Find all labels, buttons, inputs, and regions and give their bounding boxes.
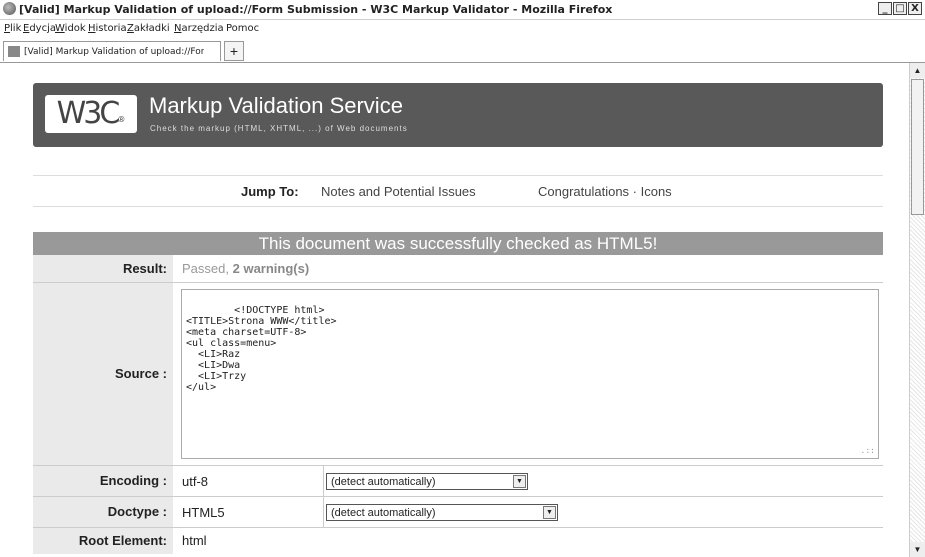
menu-edycja[interactable]: Edycja: [23, 23, 56, 34]
scroll-down-arrow-icon[interactable]: ▼: [910, 542, 925, 557]
window-titlebar: [Valid] Markup Validation of upload://Fo…: [0, 0, 925, 20]
doctype-select[interactable]: (detect automatically) ▼: [326, 504, 558, 521]
service-title[interactable]: Markup Validation Service: [149, 93, 403, 119]
service-subtitle: Check the markup (HTML, XHTML, ...) of W…: [150, 124, 408, 133]
doctype-row: Doctype : HTML5 (detect automatically) ▼: [33, 497, 883, 528]
new-tab-button[interactable]: +: [224, 41, 244, 61]
header-banner: W3C® Markup Validation Service Check the…: [33, 83, 883, 147]
firefox-icon: [3, 2, 16, 15]
tab-label: [Valid] Markup Validation of upload://Fo…: [24, 47, 204, 57]
source-label: Source :: [33, 283, 173, 465]
tab-active[interactable]: [Valid] Markup Validation of upload://Fo…: [3, 41, 221, 61]
dropdown-arrow-icon: ▼: [513, 475, 526, 488]
column-divider: [323, 466, 324, 496]
encoding-value: utf-8: [182, 474, 209, 489]
menu-plik[interactable]: Plik: [4, 23, 21, 34]
jump-navigation: Jump To: Notes and Potential Issues Cong…: [33, 175, 883, 207]
results-heading: This document was successfully checked a…: [33, 232, 883, 255]
menu-widok[interactable]: Widok: [55, 23, 86, 34]
page-favicon-icon: [8, 46, 20, 57]
maximize-button[interactable]: □: [893, 2, 907, 15]
menu-narzedzia[interactable]: Narzędzia: [174, 23, 224, 34]
window-controls: _ □ X: [878, 2, 922, 15]
jump-label: Jump To:: [241, 184, 299, 199]
jump-link-congratulations[interactable]: Congratulations · Icons: [538, 184, 672, 199]
encoding-row: Encoding : utf-8 (detect automatically) …: [33, 466, 883, 497]
w3c-logo[interactable]: W3C®: [45, 95, 137, 133]
menu-zakladki[interactable]: Zakładki: [127, 23, 170, 34]
resize-grip-icon[interactable]: .::: [861, 445, 875, 456]
menu-bar: Plik Edycja Widok Historia Zakładki Narz…: [0, 20, 925, 37]
result-row: Result: Passed, 2 warning(s): [33, 255, 883, 283]
encoding-select[interactable]: (detect automatically) ▼: [326, 473, 528, 490]
encoding-label: Encoding :: [33, 466, 173, 496]
root-element-label: Root Element:: [33, 528, 173, 554]
result-value: Passed, 2 warning(s): [182, 261, 310, 276]
source-code-textarea[interactable]: <!DOCTYPE html> <TITLE>Strona WWW</title…: [181, 289, 879, 459]
result-label: Result:: [33, 255, 173, 282]
column-divider: [323, 497, 324, 527]
dropdown-arrow-icon: ▼: [543, 506, 556, 519]
doctype-value: HTML5: [182, 505, 225, 520]
scroll-up-arrow-icon[interactable]: ▲: [910, 63, 925, 78]
page-content: W3C® Markup Validation Service Check the…: [0, 63, 909, 557]
menu-historia[interactable]: Historia: [88, 23, 127, 34]
results-table: This document was successfully checked a…: [33, 232, 883, 554]
menu-pomoc[interactable]: Pomoc: [226, 23, 259, 34]
window-title: [Valid] Markup Validation of upload://Fo…: [19, 3, 613, 16]
root-element-value: html: [182, 533, 207, 548]
source-row: Source : <!DOCTYPE html> <TITLE>Strona W…: [33, 283, 883, 466]
close-button[interactable]: X: [908, 2, 922, 15]
scroll-thumb[interactable]: [911, 79, 924, 215]
root-element-row: Root Element: html: [33, 528, 883, 554]
jump-link-notes[interactable]: Notes and Potential Issues: [321, 184, 476, 199]
doctype-label: Doctype :: [33, 497, 173, 527]
vertical-scrollbar[interactable]: ▲ ▼: [909, 63, 925, 557]
minimize-button[interactable]: _: [878, 2, 892, 15]
tab-bar: [Valid] Markup Validation of upload://Fo…: [0, 38, 925, 63]
